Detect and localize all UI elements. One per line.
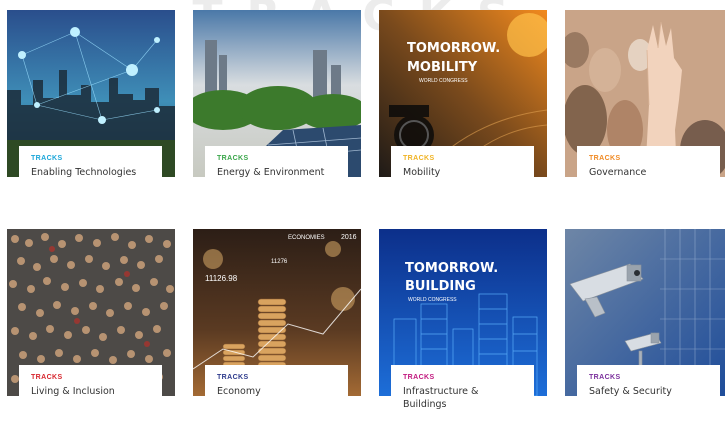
track-name: Safety & Security: [589, 386, 672, 397]
track-tag: TRACKS: [403, 155, 435, 162]
track-name: Governance: [589, 167, 647, 178]
track-name: Energy & Environment: [217, 167, 325, 178]
track-card-enabling-technologies[interactable]: TRACKS Enabling Technologies: [7, 10, 175, 190]
track-tag: TRACKS: [589, 374, 621, 381]
overlay-subtitle: WORLD CONGRESS: [408, 297, 457, 303]
track-label-panel: TRACKS Enabling Technologies: [19, 146, 162, 189]
track-card-mobility[interactable]: TOMORROW. MOBILITY WORLD CONGRESS TRACKS…: [379, 10, 547, 190]
overlay-title-line1: TOMORROW.: [405, 261, 498, 276]
track-label-panel: TRACKS Living & Inclusion: [19, 365, 162, 408]
track-name: Mobility: [403, 167, 441, 178]
track-tag: TRACKS: [31, 374, 63, 381]
track-tag: TRACKS: [217, 374, 249, 381]
track-name: Enabling Technologies: [31, 167, 137, 178]
track-card-energy-environment[interactable]: TRACKS Energy & Environment: [193, 10, 361, 190]
overlay-value-2: 11276: [271, 259, 288, 265]
track-name: Infrastructure & Buildings: [403, 386, 479, 410]
overlay-word: ECONOMIES: [288, 235, 325, 241]
overlay-title-line2: MOBILITY: [407, 60, 478, 75]
track-card-safety-security[interactable]: TRACKS Safety & Security: [565, 229, 725, 417]
track-label-panel: TRACKS Governance: [577, 146, 720, 189]
track-label-panel: TRACKS Economy: [205, 365, 348, 408]
track-tag: TRACKS: [589, 155, 621, 162]
track-label-panel: TRACKS Energy & Environment: [205, 146, 348, 189]
track-label-panel: TRACKS Safety & Security: [577, 365, 720, 408]
track-tag: TRACKS: [403, 374, 435, 381]
track-name: Economy: [217, 386, 261, 397]
track-name: Living & Inclusion: [31, 386, 115, 397]
overlay-subtitle: WORLD CONGRESS: [419, 78, 468, 84]
overlay-title-line2: BUILDING: [405, 279, 476, 294]
track-label-panel: TRACKS Infrastructure & Buildings: [391, 365, 534, 421]
track-card-living-inclusion[interactable]: TRACKS Living & Inclusion: [7, 229, 175, 417]
overlay-value-1: 11126.98: [205, 274, 238, 283]
track-tag: TRACKS: [217, 155, 249, 162]
track-card-infrastructure-buildings[interactable]: TOMORROW. BUILDING WORLD CONGRESS TRACKS…: [379, 229, 547, 421]
overlay-title-line1: TOMORROW.: [407, 41, 500, 56]
track-card-governance[interactable]: TRACKS Governance: [565, 10, 725, 190]
track-label-panel: TRACKS Mobility: [391, 146, 534, 189]
track-tag: TRACKS: [31, 155, 63, 162]
overlay-year: 2016: [341, 234, 357, 241]
track-card-economy[interactable]: 11126.98 11276 ECONOMIES 2016 TRACKS Eco…: [193, 229, 361, 417]
